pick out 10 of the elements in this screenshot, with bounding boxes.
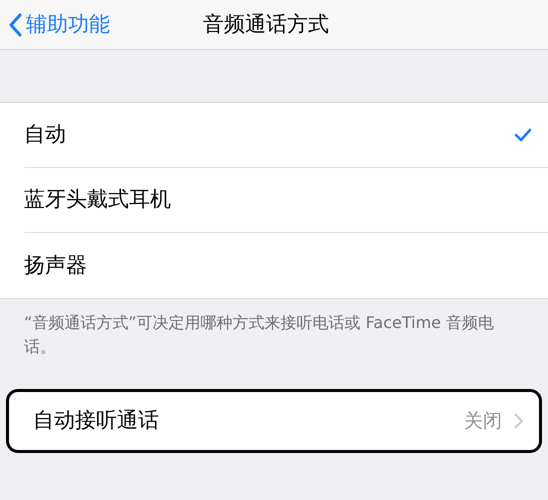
chevron-right-icon bbox=[514, 413, 523, 429]
screen-title: 音频通话方式 bbox=[203, 10, 329, 38]
chevron-left-icon bbox=[8, 12, 22, 36]
setting-value: 关闭 bbox=[464, 408, 502, 434]
auto-answer-row[interactable]: 自动接听通话 关闭 bbox=[6, 389, 542, 453]
option-row[interactable]: 蓝牙头戴式耳机 bbox=[24, 168, 548, 233]
back-button[interactable]: 辅助功能 bbox=[0, 8, 110, 40]
option-row[interactable]: 自动 bbox=[24, 103, 548, 168]
footer-note: “音频通话方式”可决定用哪种方式来接听电话或 FaceTime 音频电话。 bbox=[23, 312, 496, 358]
option-row[interactable]: 扬声器 bbox=[24, 233, 548, 298]
